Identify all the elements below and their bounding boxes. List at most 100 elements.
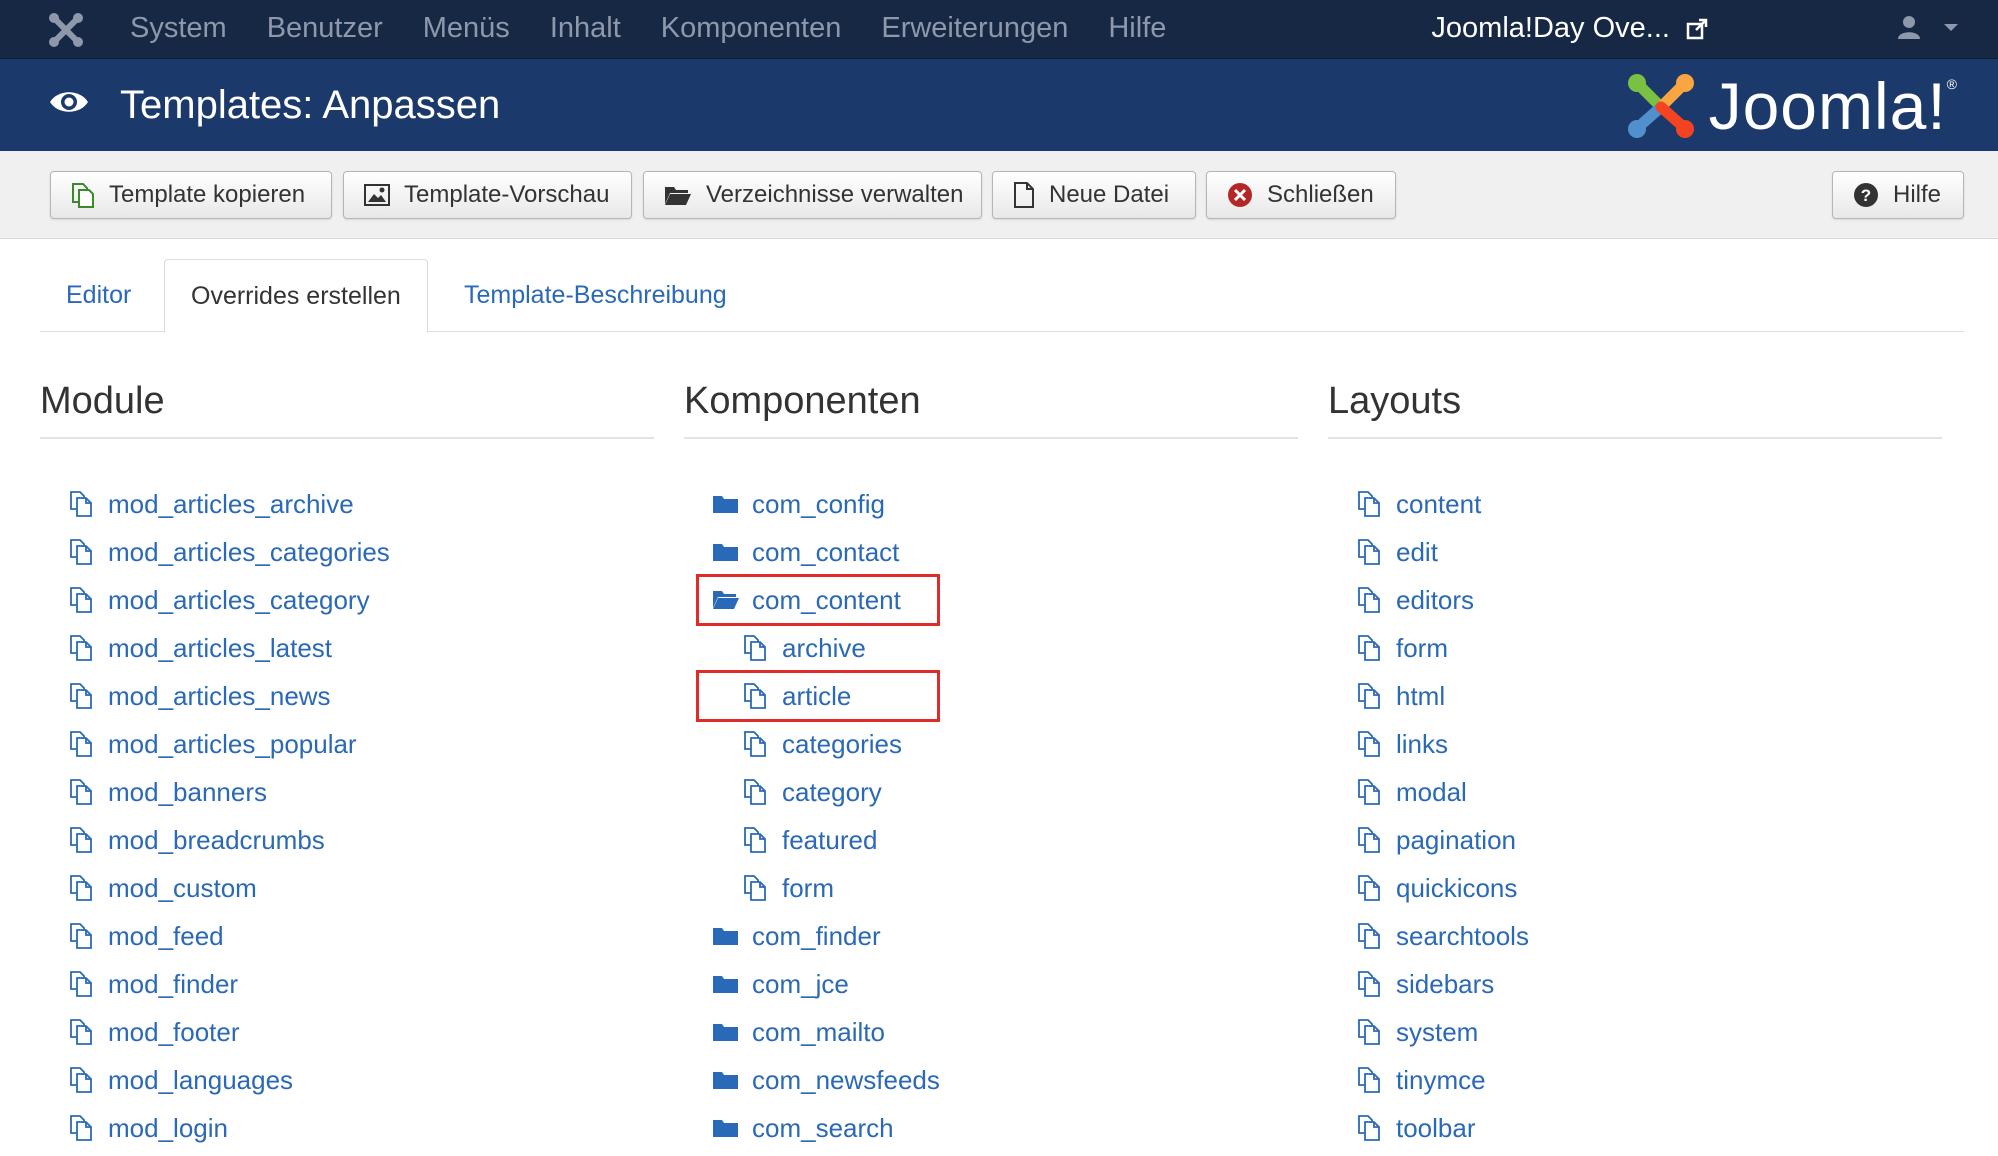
list-item-mod-footer[interactable]: mod_footer (40, 1008, 654, 1056)
menu-system[interactable]: System (130, 0, 227, 59)
file-copy-icon (742, 682, 782, 710)
list-item-label: mod_login (108, 1113, 228, 1143)
menu-extensions[interactable]: Erweiterungen (881, 0, 1068, 59)
list-item-featured[interactable]: featured (684, 816, 1298, 864)
file-copy-icon (68, 970, 108, 998)
new-file-button[interactable]: Neue Datei (992, 171, 1196, 219)
file-copy-icon (68, 1066, 108, 1094)
file-copy-icon (68, 490, 108, 518)
joomla-icon[interactable] (46, 10, 86, 50)
menu-users[interactable]: Benutzer (267, 0, 383, 59)
page-title: Templates: Anpassen (120, 83, 501, 127)
list-item-label: mod_banners (108, 777, 267, 807)
manage-folders-button[interactable]: Verzeichnisse verwalten (643, 171, 982, 219)
file-copy-icon (68, 874, 108, 902)
list-item-form[interactable]: form (684, 864, 1298, 912)
list-item-label: quickicons (1396, 873, 1518, 903)
list-item-mod-banners[interactable]: mod_banners (40, 768, 654, 816)
user-icon (1898, 16, 1920, 39)
list-item-content[interactable]: content (1328, 480, 1942, 528)
list-item-com-contact[interactable]: com_contact (684, 528, 1298, 576)
template-preview-button[interactable]: Template-Vorschau (343, 171, 632, 219)
list-item-label: archive (782, 633, 866, 663)
list-item-com-config[interactable]: com_config (684, 480, 1298, 528)
list-item-edit[interactable]: edit (1328, 528, 1942, 576)
list-item-com-newsfeeds[interactable]: com_newsfeeds (684, 1056, 1298, 1104)
list-item-system[interactable]: system (1328, 1008, 1942, 1056)
list-item-com-jce[interactable]: com_jce (684, 960, 1298, 1008)
list-item-mod-articles-latest[interactable]: mod_articles_latest (40, 624, 654, 672)
list-item-mod-articles-popular[interactable]: mod_articles_popular (40, 720, 654, 768)
close-label: Schließen (1267, 181, 1374, 208)
file-copy-icon (1356, 1114, 1396, 1142)
list-item-mod-finder[interactable]: mod_finder (40, 960, 654, 1008)
list-item-mod-articles-categories[interactable]: mod_articles_categories (40, 528, 654, 576)
list-item-com-search[interactable]: com_search (684, 1104, 1298, 1152)
list-item-archive[interactable]: archive (684, 624, 1298, 672)
new-file-label: Neue Datei (1049, 181, 1170, 208)
manage-folders-label: Verzeichnisse verwalten (706, 181, 964, 208)
close-circle-icon (1227, 182, 1253, 208)
list-item-label: system (1396, 1017, 1479, 1047)
list-item-categories[interactable]: categories (684, 720, 1298, 768)
menu-menus[interactable]: Menüs (423, 0, 510, 59)
close-button[interactable]: Schließen (1206, 171, 1396, 219)
list-item-pagination[interactable]: pagination (1328, 816, 1942, 864)
svg-text:?: ? (1861, 186, 1871, 205)
file-copy-icon (68, 538, 108, 566)
menu-help[interactable]: Hilfe (1108, 0, 1166, 59)
tab-editor[interactable]: Editor (40, 259, 157, 332)
list-item-modal[interactable]: modal (1328, 768, 1942, 816)
tab-overrides[interactable]: Overrides erstellen (164, 259, 428, 333)
list-item-mod-articles-news[interactable]: mod_articles_news (40, 672, 654, 720)
file-copy-icon (1356, 970, 1396, 998)
list-item-sidebars[interactable]: sidebars (1328, 960, 1942, 1008)
list-item-tinymce[interactable]: tinymce (1328, 1056, 1942, 1104)
menu-components[interactable]: Komponenten (661, 0, 842, 59)
file-copy-icon (1356, 730, 1396, 758)
list-item-mod-feed[interactable]: mod_feed (40, 912, 654, 960)
list-item-com-finder[interactable]: com_finder (684, 912, 1298, 960)
list-item-form[interactable]: form (1328, 624, 1942, 672)
list-item-mod-articles-category[interactable]: mod_articles_category (40, 576, 654, 624)
tab-template-description[interactable]: Template-Beschreibung (438, 259, 753, 332)
template-copy-button[interactable]: Template kopieren (50, 171, 332, 219)
list-item-com-content[interactable]: com_content (684, 576, 1298, 624)
list-item-label: categories (782, 729, 902, 759)
list-item-label: com_content (752, 585, 901, 615)
list-item-mod-articles-archive[interactable]: mod_articles_archive (40, 480, 654, 528)
site-link[interactable]: Joomla!Day Ove... (1431, 0, 1708, 57)
toolbar: Template kopieren Template-Vorschau Verz… (0, 151, 1998, 239)
site-link-label: Joomla!Day Ove... (1431, 12, 1670, 44)
list-item-mod-breadcrumbs[interactable]: mod_breadcrumbs (40, 816, 654, 864)
file-copy-icon (68, 730, 108, 758)
help-button[interactable]: ? Hilfe (1832, 171, 1964, 219)
list-item-label: mod_articles_category (108, 585, 370, 615)
list-item-editors[interactable]: editors (1328, 576, 1942, 624)
list-item-links[interactable]: links (1328, 720, 1942, 768)
list-item-label: modal (1396, 777, 1467, 807)
file-copy-icon (1356, 874, 1396, 902)
list-item-quickicons[interactable]: quickicons (1328, 864, 1942, 912)
list-item-mod-login[interactable]: mod_login (40, 1104, 654, 1152)
list-item-toolbar[interactable]: toolbar (1328, 1104, 1942, 1152)
components-list: com_config com_contact com_contentarchive a… (684, 480, 1298, 1152)
registered-mark: ® (1946, 76, 1958, 92)
user-menu[interactable] (1896, 14, 1958, 40)
list-item-mod-custom[interactable]: mod_custom (40, 864, 654, 912)
question-circle-icon: ? (1853, 182, 1879, 208)
list-item-article[interactable]: article (684, 672, 1298, 720)
list-item-category[interactable]: category (684, 768, 1298, 816)
list-item-label: featured (782, 825, 878, 855)
list-item-searchtools[interactable]: searchtools (1328, 912, 1942, 960)
list-item-html[interactable]: html (1328, 672, 1942, 720)
list-item-label: form (1396, 633, 1448, 663)
list-item-com-mailto[interactable]: com_mailto (684, 1008, 1298, 1056)
list-item-label: searchtools (1396, 921, 1529, 951)
list-item-label: com_contact (752, 537, 900, 567)
folder-icon (712, 972, 752, 996)
folder-open-icon (712, 588, 752, 612)
menu-content[interactable]: Inhalt (550, 0, 621, 59)
list-item-label: form (782, 873, 834, 903)
list-item-mod-languages[interactable]: mod_languages (40, 1056, 654, 1104)
